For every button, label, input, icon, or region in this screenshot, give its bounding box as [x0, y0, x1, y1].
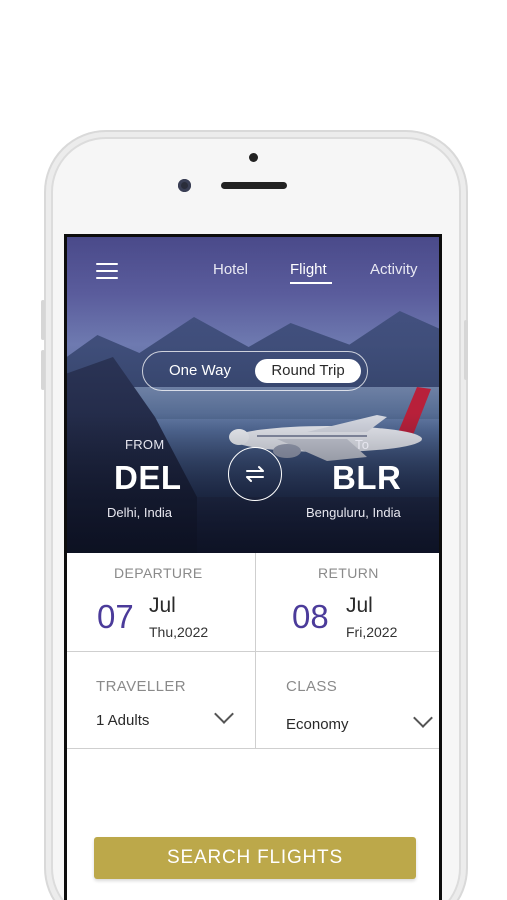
phone-side-button — [464, 320, 468, 380]
departure-date-field[interactable]: DEPARTURE 07 Jul Thu,2022 — [67, 553, 255, 651]
trip-type-toggle: One Way Round Trip — [142, 351, 368, 391]
earpiece-speaker — [221, 182, 287, 189]
from-city: Delhi, India — [107, 505, 173, 520]
to-label: To — [355, 437, 370, 452]
class-value: Economy — [286, 716, 349, 733]
grid-divider — [67, 748, 439, 749]
chevron-down-icon — [214, 704, 234, 724]
active-tab-indicator — [290, 282, 332, 284]
return-date-field[interactable]: RETURN 08 Jul Fri,2022 — [256, 553, 439, 651]
tab-hotel[interactable]: Hotel — [213, 261, 248, 278]
round-trip-option[interactable]: Round Trip — [255, 359, 361, 383]
from-airport-code[interactable]: DEL — [114, 459, 182, 497]
front-camera — [178, 179, 191, 192]
search-flights-button[interactable]: SEARCH FLIGHTS — [94, 837, 416, 879]
class-label: CLASS — [286, 678, 338, 695]
one-way-option[interactable]: One Way — [155, 359, 245, 383]
departure-day: 07 — [97, 598, 134, 635]
tab-activity[interactable]: Activity — [370, 261, 418, 278]
swap-route-button[interactable] — [228, 447, 282, 501]
hamburger-menu-icon[interactable] — [96, 263, 118, 279]
phone-side-button — [41, 350, 45, 390]
to-airport-code[interactable]: BLR — [332, 459, 401, 497]
proximity-sensor — [249, 153, 258, 162]
return-day: 08 — [292, 598, 329, 635]
phone-side-button — [41, 300, 45, 340]
app-screen: Hotel Flight Activity One Way Round Trip… — [64, 234, 442, 900]
chevron-down-icon — [413, 708, 433, 728]
hero-banner: Hotel Flight Activity One Way Round Trip… — [67, 237, 439, 553]
return-month: Jul — [346, 594, 373, 617]
class-select[interactable]: CLASS Economy — [256, 652, 439, 748]
traveller-value: 1 Adults — [96, 712, 150, 729]
traveller-label: TRAVELLER — [96, 678, 187, 695]
tab-flight[interactable]: Flight — [290, 261, 327, 278]
return-weekday-year: Fri,2022 — [346, 624, 398, 640]
from-label: FROM — [125, 437, 165, 452]
grid-divider — [67, 651, 439, 652]
traveller-select[interactable]: TRAVELLER 1 Adults — [67, 652, 255, 748]
return-label: RETURN — [318, 565, 379, 581]
departure-label: DEPARTURE — [114, 565, 203, 581]
swap-arrows-icon — [246, 466, 264, 482]
departure-weekday-year: Thu,2022 — [149, 624, 209, 640]
departure-month: Jul — [149, 594, 176, 617]
to-city: Benguluru, India — [306, 505, 401, 520]
